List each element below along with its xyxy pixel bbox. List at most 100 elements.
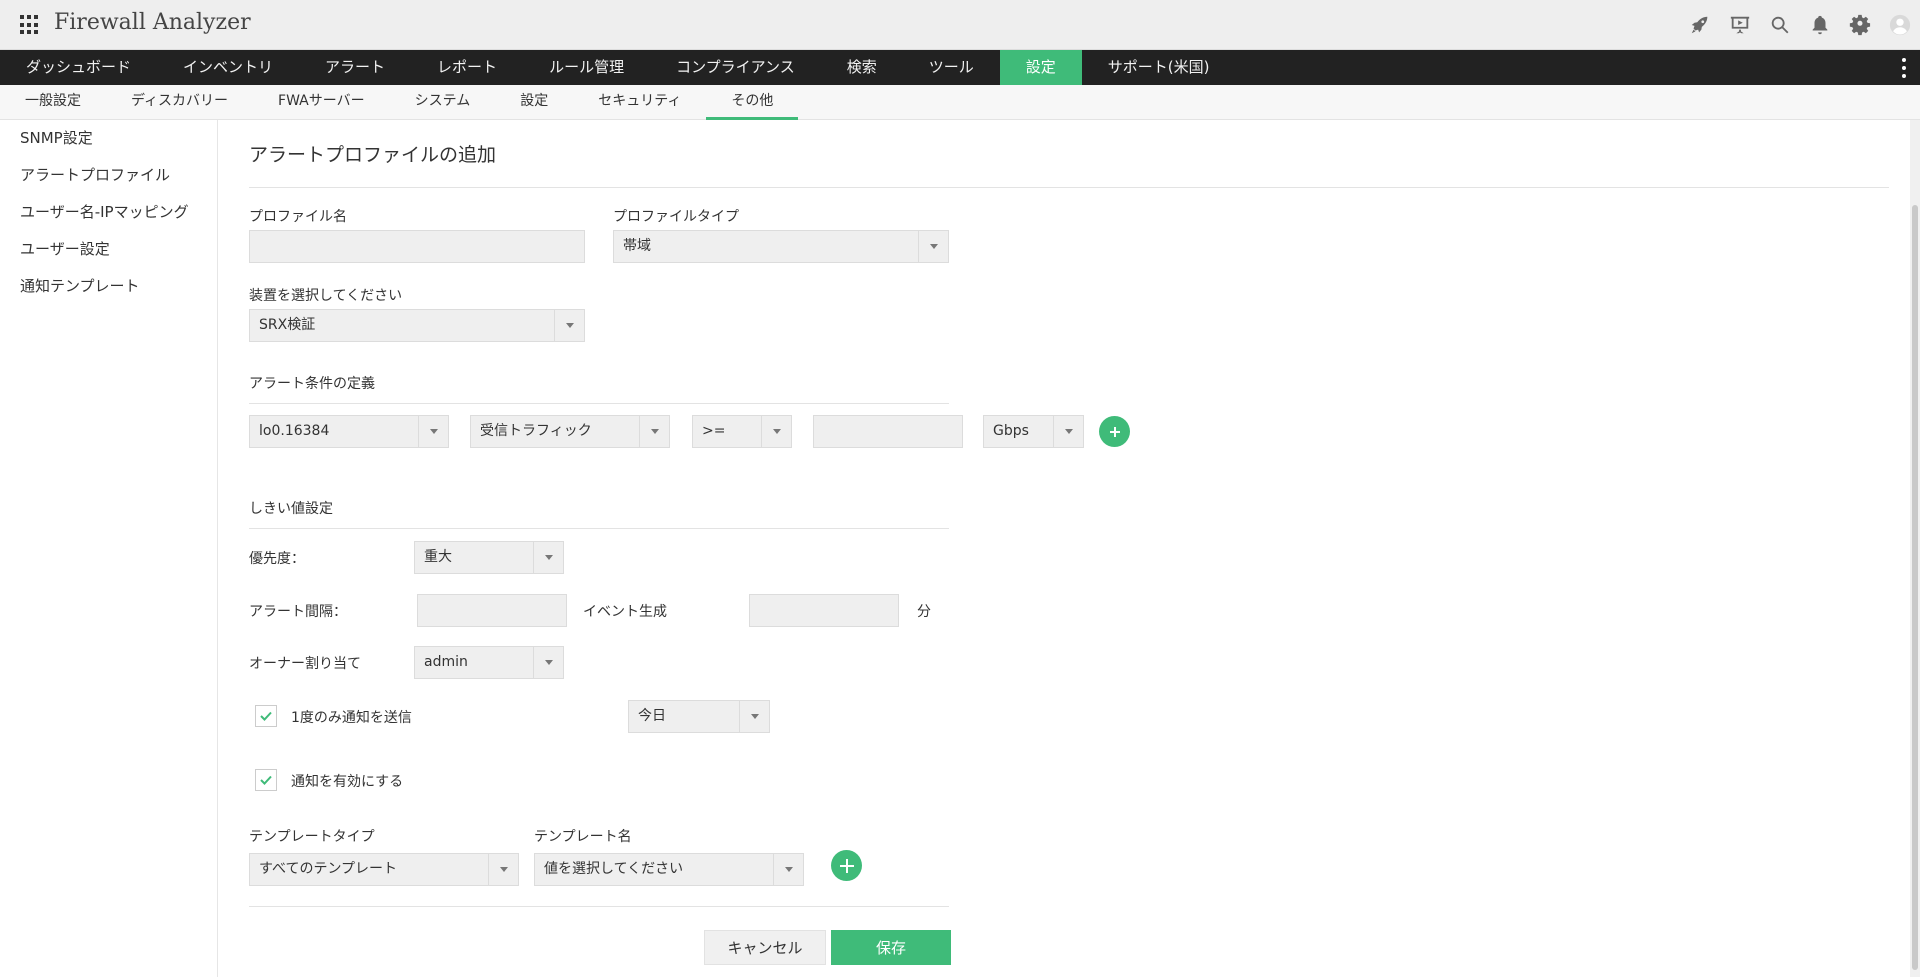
user-avatar-icon[interactable] bbox=[1880, 0, 1920, 50]
scrollbar-thumb[interactable] bbox=[1912, 205, 1918, 970]
priority-label: 優先度： bbox=[249, 551, 305, 567]
main-nav-inventory[interactable]: インベントリ bbox=[157, 50, 299, 85]
unit-select[interactable]: Gbps bbox=[983, 415, 1084, 448]
tab-general-settings[interactable]: 一般設定 bbox=[0, 85, 106, 120]
main-nav-search[interactable]: 検索 bbox=[821, 50, 903, 85]
apps-grid-icon[interactable] bbox=[20, 15, 40, 35]
operator-select[interactable]: >= bbox=[692, 415, 792, 448]
chevron-down-icon bbox=[488, 854, 518, 885]
chevron-down-icon bbox=[418, 416, 448, 447]
unit-value: Gbps bbox=[993, 423, 1029, 439]
alert-interval-input[interactable] bbox=[417, 594, 567, 627]
profile-name-input[interactable] bbox=[249, 230, 585, 263]
sidebar-item-user-settings[interactable]: ユーザー設定 bbox=[0, 231, 217, 268]
rocket-icon[interactable] bbox=[1680, 0, 1720, 50]
device-select[interactable]: SRX検証 bbox=[249, 309, 585, 342]
profile-name-label: プロファイル名 bbox=[249, 209, 347, 225]
top-icons bbox=[1680, 0, 1920, 50]
template-name-label: テンプレート名 bbox=[534, 829, 632, 845]
event-generation-input[interactable] bbox=[749, 594, 899, 627]
gear-icon[interactable] bbox=[1840, 0, 1880, 50]
bell-icon[interactable] bbox=[1800, 0, 1840, 50]
plus-icon bbox=[1109, 426, 1120, 437]
send-once-period-value: 今日 bbox=[638, 708, 666, 724]
check-icon bbox=[260, 775, 272, 785]
template-type-label: テンプレートタイプ bbox=[249, 829, 375, 845]
chevron-down-icon bbox=[761, 416, 791, 447]
main-nav-reports[interactable]: レポート bbox=[411, 50, 523, 85]
template-type-value: すべてのテンプレート bbox=[259, 861, 398, 877]
main-nav-support[interactable]: サポート(米国) bbox=[1082, 50, 1236, 85]
top-bar: Firewall Analyzer bbox=[0, 0, 1920, 50]
chevron-down-icon bbox=[554, 310, 584, 341]
enable-notification-checkbox[interactable] bbox=[255, 769, 277, 791]
chevron-down-icon bbox=[918, 231, 948, 262]
search-icon[interactable] bbox=[1760, 0, 1800, 50]
send-once-label: 1度のみ通知を送信 bbox=[291, 710, 412, 726]
threshold-value-input[interactable] bbox=[813, 415, 963, 448]
priority-value: 重大 bbox=[424, 549, 452, 565]
threshold-title: しきい値設定 bbox=[249, 501, 333, 517]
interface-value: lo0.16384 bbox=[259, 423, 330, 439]
chevron-down-icon bbox=[1053, 416, 1083, 447]
sidebar-item-username-ip-mapping[interactable]: ユーザー名-IPマッピング bbox=[0, 194, 217, 231]
profile-type-value: 帯域 bbox=[623, 238, 651, 254]
interface-select[interactable]: lo0.16384 bbox=[249, 415, 449, 448]
main-nav-settings[interactable]: 設定 bbox=[999, 50, 1082, 85]
section-divider bbox=[249, 403, 949, 404]
alert-profile-form: アラートプロファイルの追加 プロファイル名 プロファイルタイプ 帯域 装置を選択… bbox=[219, 120, 1900, 977]
sidebar-item-snmp-settings[interactable]: SNMP設定 bbox=[0, 120, 217, 157]
tab-discovery[interactable]: ディスカバリー bbox=[106, 85, 253, 120]
add-condition-button[interactable] bbox=[1099, 416, 1130, 447]
alert-condition-title: アラート条件の定義 bbox=[249, 376, 375, 392]
section-divider bbox=[249, 528, 949, 529]
main-nav-compliance[interactable]: コンプライアンス bbox=[650, 50, 821, 85]
enable-notification-label: 通知を有効にする bbox=[291, 774, 404, 790]
owner-value: admin bbox=[424, 654, 468, 670]
plus-icon bbox=[839, 858, 854, 873]
tab-settings[interactable]: 設定 bbox=[495, 85, 573, 120]
device-label: 装置を選択してください bbox=[249, 288, 403, 304]
main-nav-rule-management[interactable]: ルール管理 bbox=[523, 50, 650, 85]
template-type-select[interactable]: すべてのテンプレート bbox=[249, 853, 519, 886]
app-title: Firewall Analyzer bbox=[54, 10, 251, 35]
chevron-down-icon bbox=[639, 416, 669, 447]
send-once-period-select[interactable]: 今日 bbox=[628, 700, 770, 733]
tab-system[interactable]: システム bbox=[390, 85, 496, 120]
page-title: アラートプロファイルの追加 bbox=[249, 144, 497, 166]
chevron-down-icon bbox=[533, 542, 563, 573]
tab-security[interactable]: セキュリティ bbox=[573, 85, 706, 120]
chevron-down-icon bbox=[773, 854, 803, 885]
main-nav-tools[interactable]: ツール bbox=[903, 50, 1000, 85]
more-menu-icon[interactable] bbox=[1902, 58, 1908, 78]
title-divider bbox=[249, 187, 1889, 188]
save-button[interactable]: 保存 bbox=[831, 930, 951, 965]
device-value: SRX検証 bbox=[259, 317, 316, 333]
operator-value: >= bbox=[702, 423, 726, 439]
owner-select[interactable]: admin bbox=[414, 646, 564, 679]
section-divider bbox=[249, 906, 949, 907]
template-name-value: 値を選択してください bbox=[544, 861, 684, 877]
priority-select[interactable]: 重大 bbox=[414, 541, 564, 574]
tab-other[interactable]: その他 bbox=[706, 85, 799, 120]
sidebar-item-notification-template[interactable]: 通知テンプレート bbox=[0, 268, 217, 305]
tab-fwa-server[interactable]: FWAサーバー bbox=[253, 85, 390, 120]
send-once-checkbox[interactable] bbox=[255, 705, 277, 727]
alert-interval-label: アラート間隔： bbox=[249, 604, 347, 620]
main-nav-alerts[interactable]: アラート bbox=[299, 50, 411, 85]
cancel-button[interactable]: キャンセル bbox=[704, 930, 826, 965]
chevron-down-icon bbox=[533, 647, 563, 678]
traffic-select[interactable]: 受信トラフィック bbox=[470, 415, 670, 448]
minutes-label: 分 bbox=[917, 604, 931, 620]
profile-type-label: プロファイルタイプ bbox=[613, 209, 739, 225]
owner-label: オーナー割り当て bbox=[249, 656, 361, 672]
traffic-value: 受信トラフィック bbox=[480, 423, 592, 439]
main-nav: ダッシュボード インベントリ アラート レポート ルール管理 コンプライアンス … bbox=[0, 50, 1920, 85]
template-name-select[interactable]: 値を選択してください bbox=[534, 853, 804, 886]
profile-type-select[interactable]: 帯域 bbox=[613, 230, 949, 263]
sidebar: SNMP設定 アラートプロファイル ユーザー名-IPマッピング ユーザー設定 通… bbox=[0, 120, 218, 977]
sidebar-item-alert-profile[interactable]: アラートプロファイル bbox=[0, 157, 217, 194]
add-template-button[interactable] bbox=[831, 850, 862, 881]
main-nav-dashboard[interactable]: ダッシュボード bbox=[0, 50, 157, 85]
presentation-icon[interactable] bbox=[1720, 0, 1760, 50]
